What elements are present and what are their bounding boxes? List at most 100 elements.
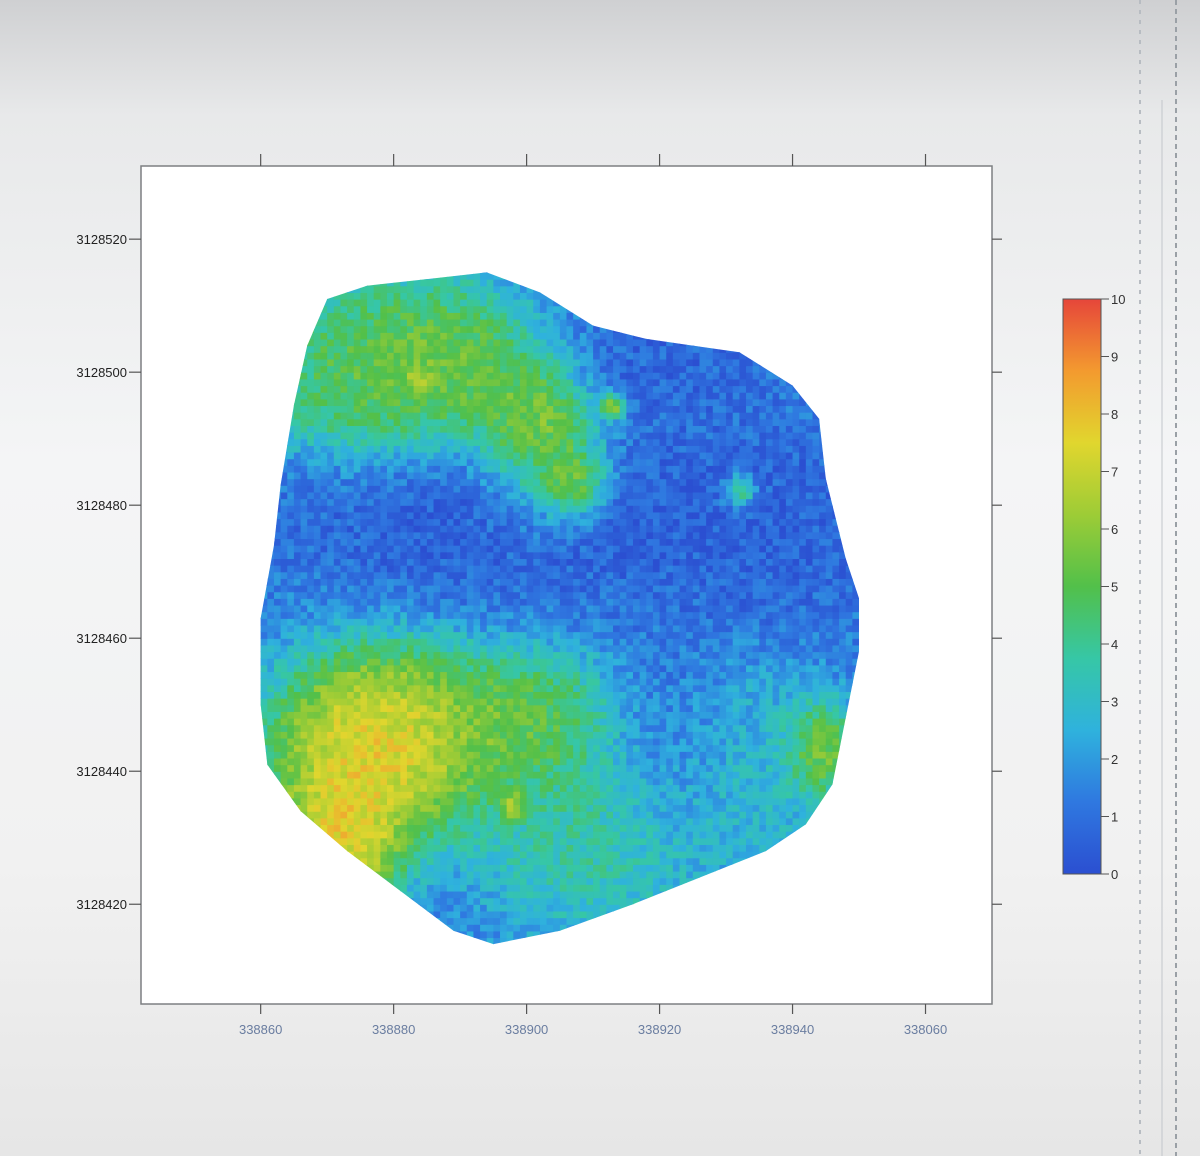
heatmap-cell bbox=[440, 604, 448, 613]
heatmap-cell bbox=[446, 811, 455, 819]
heatmap-cell bbox=[765, 817, 774, 826]
heatmap-cell bbox=[287, 764, 295, 772]
heatmap-cell bbox=[473, 797, 481, 806]
heatmap-cell bbox=[420, 851, 428, 859]
heatmap-cell bbox=[599, 870, 607, 879]
heatmap-cell bbox=[466, 724, 475, 732]
heatmap-cell bbox=[420, 777, 428, 786]
heatmap-cell bbox=[353, 844, 361, 852]
heatmap-cell bbox=[792, 791, 800, 799]
heatmap-cell bbox=[360, 764, 368, 772]
heatmap-cell bbox=[553, 884, 561, 892]
heatmap-cell bbox=[373, 684, 381, 693]
heatmap-cell bbox=[719, 731, 727, 739]
heatmap-cell bbox=[792, 684, 800, 693]
heatmap-cell bbox=[632, 857, 641, 865]
heatmap-cell bbox=[267, 698, 275, 706]
heatmap-cell bbox=[759, 644, 767, 653]
heatmap-cell bbox=[519, 724, 528, 732]
heatmap-cell bbox=[320, 811, 328, 819]
heatmap-cell bbox=[819, 671, 827, 679]
heatmap-cell bbox=[307, 638, 315, 646]
heatmap-cell bbox=[706, 678, 714, 686]
heatmap-cell bbox=[553, 917, 561, 925]
heatmap-cell bbox=[626, 671, 634, 679]
heatmap-cell bbox=[513, 757, 521, 766]
heatmap-cell bbox=[386, 604, 395, 613]
heatmap-cell bbox=[626, 737, 634, 746]
heatmap-cell bbox=[679, 737, 687, 746]
heatmap-cell bbox=[812, 604, 820, 613]
heatmap-cell bbox=[347, 817, 355, 826]
heatmap-cell bbox=[573, 817, 581, 826]
heatmap-cell bbox=[706, 857, 714, 865]
heatmap-cell bbox=[799, 718, 807, 726]
heatmap-cell bbox=[406, 771, 415, 779]
heatmap-cell bbox=[672, 791, 681, 799]
heatmap-cell bbox=[772, 744, 780, 752]
heatmap-cell bbox=[267, 618, 275, 626]
heatmap-cell bbox=[839, 691, 847, 699]
heatmap-cell bbox=[845, 651, 853, 659]
heatmap-cell bbox=[746, 804, 754, 812]
heatmap-cell bbox=[533, 604, 541, 613]
heatmap-cell bbox=[593, 638, 601, 646]
heatmap-cell bbox=[473, 644, 481, 653]
heatmap-cell bbox=[652, 824, 661, 832]
heatmap-cell bbox=[287, 711, 295, 719]
heatmap-cell bbox=[347, 737, 355, 746]
heatmap-cell bbox=[586, 864, 594, 872]
heatmap-cell bbox=[406, 817, 415, 826]
heatmap-cell bbox=[353, 817, 361, 826]
heatmap-cell bbox=[706, 737, 714, 746]
heatmap-cell bbox=[646, 777, 654, 786]
heatmap-cell bbox=[327, 817, 335, 826]
heatmap-cell bbox=[619, 804, 627, 812]
heatmap-cell bbox=[573, 857, 581, 865]
heatmap-cell bbox=[473, 711, 481, 719]
heatmap-cell bbox=[832, 631, 840, 639]
heatmap-cell bbox=[686, 731, 694, 739]
heatmap-cell bbox=[480, 817, 488, 826]
heatmap-cell bbox=[679, 837, 687, 845]
heatmap-cell bbox=[573, 777, 581, 786]
heatmap-cell bbox=[393, 817, 401, 826]
heatmap-cell bbox=[486, 930, 494, 939]
heatmap-cell bbox=[573, 658, 581, 666]
heatmap-cell bbox=[426, 824, 435, 832]
heatmap-cell bbox=[765, 791, 774, 799]
heatmap-cell bbox=[533, 724, 541, 732]
heatmap-cell bbox=[420, 724, 428, 732]
heatmap-cell bbox=[327, 644, 335, 653]
heatmap-cell bbox=[486, 824, 494, 832]
heatmap-cell bbox=[712, 624, 721, 633]
heatmap-cell bbox=[613, 731, 621, 739]
heatmap-cell bbox=[340, 724, 348, 732]
heatmap-cell bbox=[473, 624, 481, 633]
heatmap-cell bbox=[779, 684, 787, 693]
heatmap-cell bbox=[433, 804, 441, 812]
heatmap-cell bbox=[632, 791, 641, 799]
heatmap-cell bbox=[293, 604, 302, 613]
heatmap-cell bbox=[652, 744, 661, 752]
heatmap-cell bbox=[486, 638, 494, 646]
heatmap-cell bbox=[765, 797, 774, 806]
heatmap-cell bbox=[553, 831, 561, 839]
heatmap-cell bbox=[559, 791, 568, 799]
heatmap-cell bbox=[280, 671, 288, 679]
heatmap-cell bbox=[393, 684, 401, 693]
heatmap-cell bbox=[500, 671, 508, 679]
heatmap-cell bbox=[659, 864, 667, 872]
heatmap-cell bbox=[526, 771, 534, 779]
heatmap-cell bbox=[652, 731, 661, 739]
heatmap-cell bbox=[739, 811, 747, 819]
heatmap-cell bbox=[646, 804, 654, 812]
heatmap-cell bbox=[500, 864, 508, 872]
heatmap-cell bbox=[686, 711, 694, 719]
heatmap-cell bbox=[626, 678, 634, 686]
heatmap-cell bbox=[426, 698, 435, 706]
heatmap-cell bbox=[772, 831, 780, 839]
heatmap-cell bbox=[486, 811, 494, 819]
heatmap-cell bbox=[639, 651, 647, 659]
heatmap-cell bbox=[260, 651, 268, 659]
